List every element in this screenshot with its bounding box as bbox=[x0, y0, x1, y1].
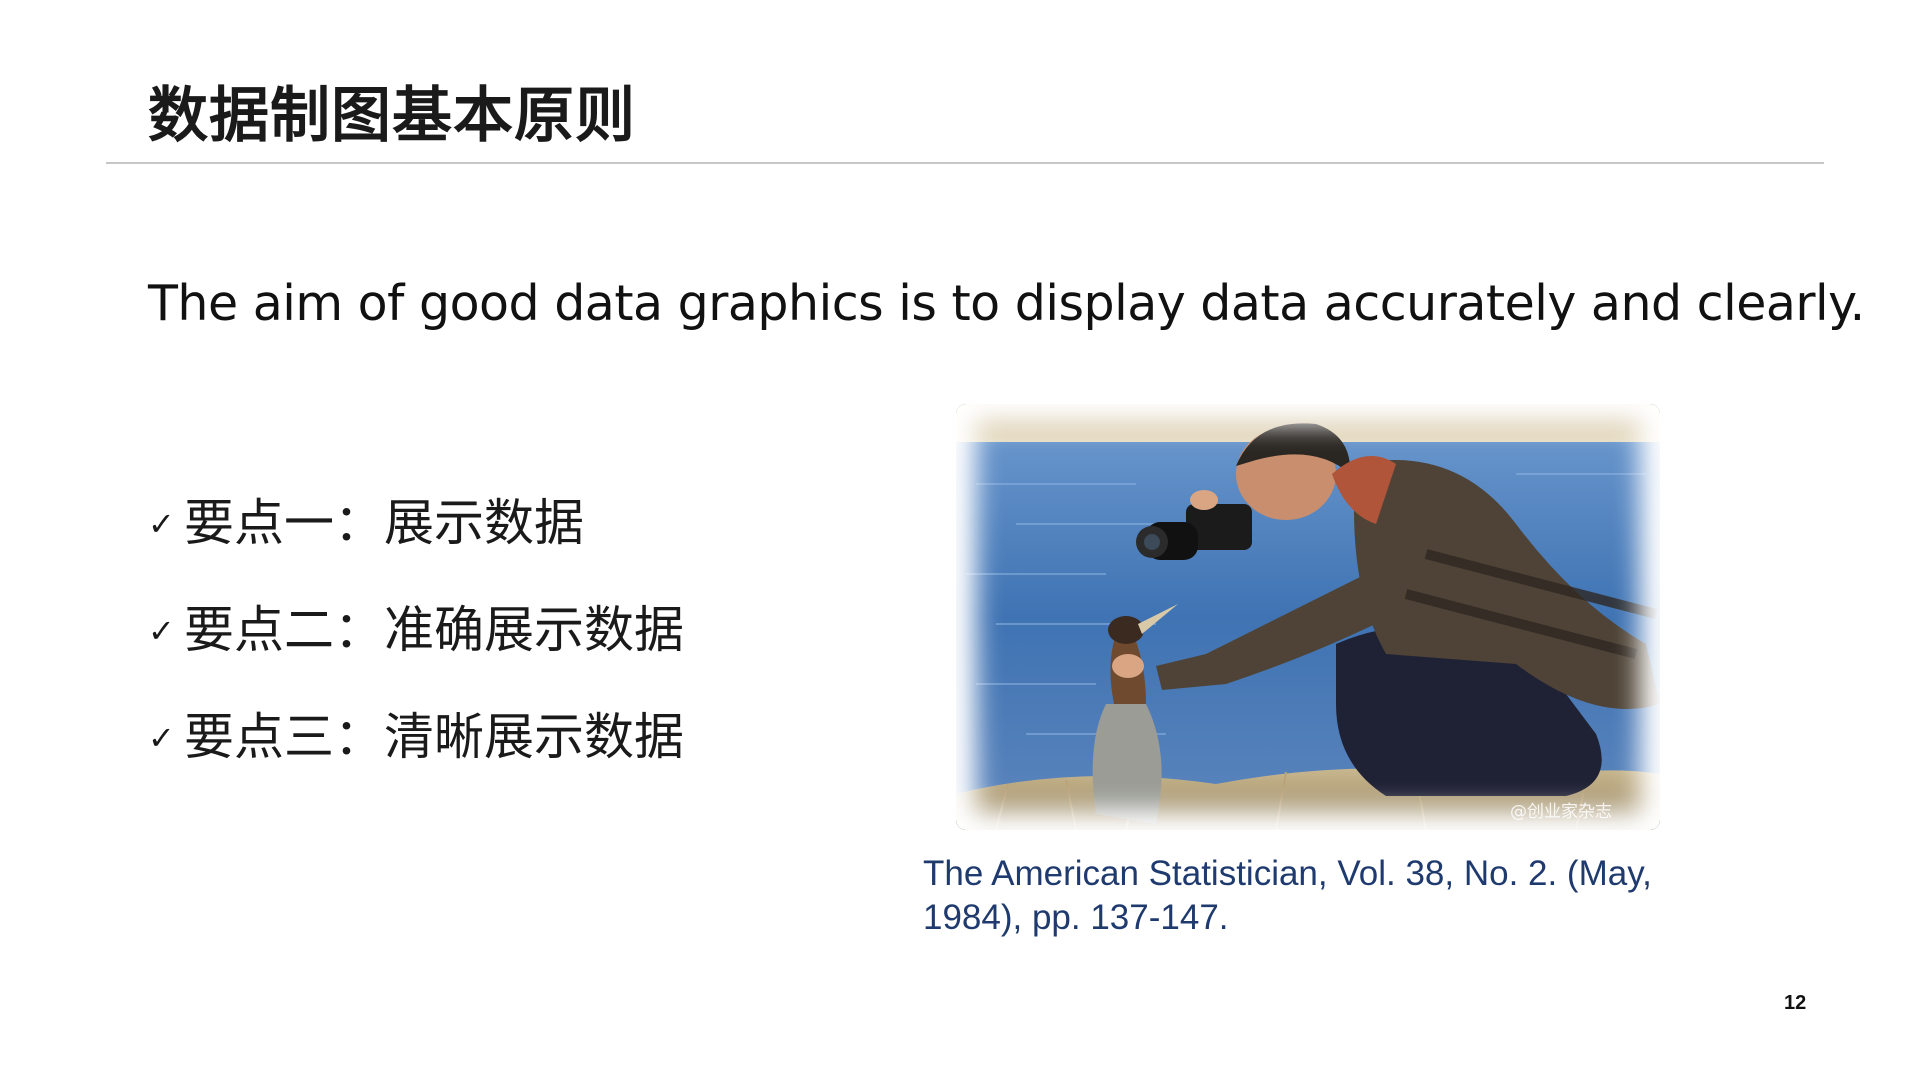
page-number: 12 bbox=[1784, 992, 1807, 1014]
checkmark-icon: ✓ bbox=[148, 719, 175, 757]
key-points-list: ✓ 要点一：展示数据 ✓ 要点二：准确展示数据 ✓ 要点三：清晰展示数据 bbox=[148, 486, 848, 807]
key-point: ✓ 要点三：清晰展示数据 bbox=[148, 700, 848, 766]
checkmark-icon: ✓ bbox=[148, 505, 175, 543]
title-divider bbox=[106, 162, 1824, 164]
photo-illustration bbox=[956, 404, 1660, 830]
photo-watermark: @创业家杂志 bbox=[1510, 802, 1612, 822]
checkmark-icon: ✓ bbox=[148, 612, 175, 650]
slide-subtitle: The aim of good data graphics is to disp… bbox=[148, 275, 1865, 332]
slide: 数据制图基本原则 The aim of good data graphics i… bbox=[0, 0, 1920, 1080]
photographer-with-bird-photo: @创业家杂志 bbox=[956, 404, 1660, 830]
image-caption-citation: The American Statistician, Vol. 38, No. … bbox=[923, 854, 1652, 937]
key-point-label: 要点二：准确展示数据 bbox=[184, 601, 684, 659]
key-point-label: 要点三：清晰展示数据 bbox=[184, 708, 684, 766]
key-point: ✓ 要点二：准确展示数据 bbox=[148, 593, 848, 659]
key-point: ✓ 要点一：展示数据 bbox=[148, 486, 848, 552]
slide-title: 数据制图基本原则 bbox=[148, 81, 636, 151]
key-point-label: 要点一：展示数据 bbox=[184, 494, 584, 552]
